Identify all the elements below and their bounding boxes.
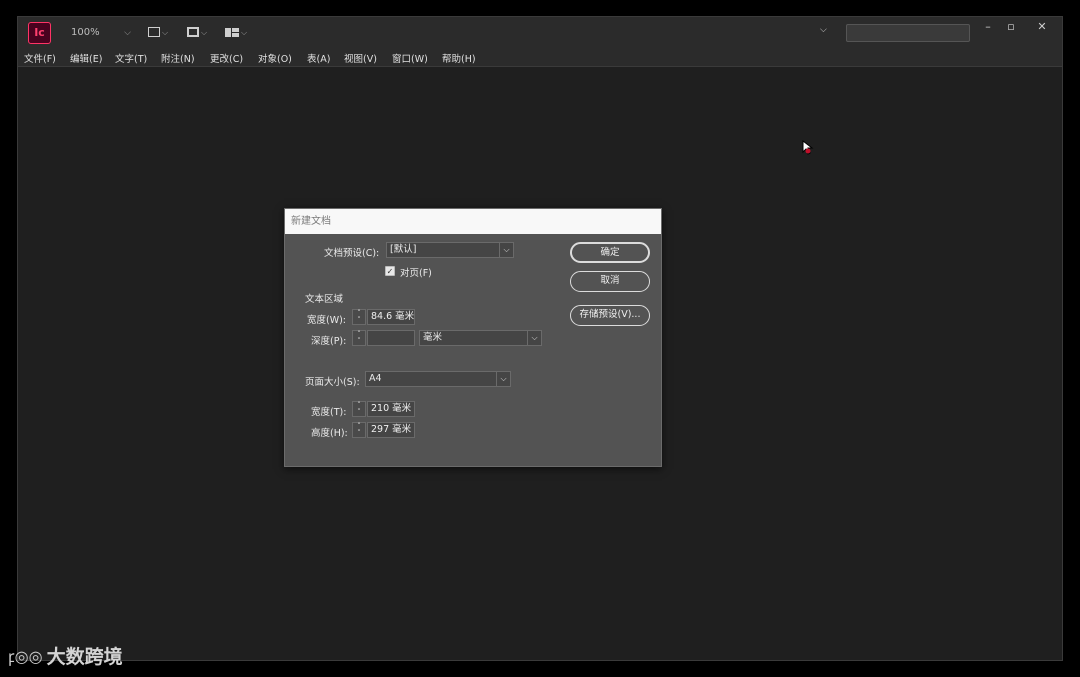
text-width-label: 宽度(W): [307, 315, 347, 326]
page-width-label: 宽度(T): [311, 407, 347, 418]
chevron-down-icon: ⌵ [201, 28, 208, 37]
dialog-title: 新建文档 [285, 209, 661, 234]
view-options-icon [148, 27, 160, 37]
menu-type[interactable]: 文字(T) [115, 51, 147, 65]
depth-unit-value: 毫米 [423, 332, 443, 343]
chevron-down-icon: ⌵ [499, 243, 513, 257]
page-size-value: A4 [369, 373, 382, 384]
close-icon[interactable]: ✕ [1034, 20, 1050, 34]
app-logo: Ic [28, 22, 51, 44]
title-bar: Ic 100% ⌵ ⌵ ⌵ ⌵ ⌵ – ▫ ✕ [18, 17, 1062, 48]
watermark-text: 大数跨境 [46, 646, 123, 668]
page-height-label: 高度(H): [311, 428, 348, 439]
menu-window[interactable]: 窗口(W) [392, 51, 428, 65]
text-depth-label: 深度(P): [311, 336, 347, 347]
screen-mode-icon [187, 27, 199, 37]
facing-pages-label: 对页(F) [400, 268, 432, 279]
page-width-field[interactable]: 210 毫米 [367, 401, 415, 417]
document-preset-label: 文档预设(C): [324, 248, 380, 259]
menu-help[interactable]: 帮助(H) [442, 51, 476, 65]
chevron-down-icon: ⌵ [162, 28, 169, 37]
watermark-logo-icon: ꝼ◎◎ [8, 647, 43, 666]
chevron-down-icon: ⌵ [496, 372, 510, 386]
workspace-switcher-chevron-icon[interactable]: ⌵ [820, 25, 827, 35]
document-preset-select[interactable]: [默认] ⌵ [386, 242, 514, 258]
chevron-down-icon: ⌵ [527, 331, 541, 345]
search-input[interactable] [846, 24, 970, 42]
menu-notes[interactable]: 附注(N) [161, 51, 195, 65]
text-width-stepper[interactable]: ˄ ˅ [352, 309, 366, 325]
save-preset-button[interactable]: 存储预设(V)... [570, 305, 650, 326]
menu-file[interactable]: 文件(F) [24, 51, 56, 65]
menu-bar: 文件(F) 编辑(E) 文字(T) 附注(N) 更改(C) 对象(O) 表(A)… [18, 48, 1062, 67]
text-width-field[interactable]: 84.6 毫米 [367, 309, 415, 325]
page-size-label: 页面大小(S): [305, 377, 360, 388]
depth-unit-select[interactable]: 毫米 ⌵ [419, 330, 542, 346]
view-options-button[interactable]: ⌵ [148, 25, 168, 41]
page-height-stepper[interactable]: ˄ ˅ [352, 422, 366, 438]
cancel-button[interactable]: 取消 [570, 271, 650, 292]
menu-view[interactable]: 视图(V) [344, 51, 377, 65]
chevron-down-icon: ⌵ [124, 28, 131, 38]
text-depth-field[interactable] [367, 330, 415, 346]
facing-pages-checkbox[interactable]: ✓ [385, 266, 395, 276]
watermark: ꝼ◎◎ 大数跨境 [8, 642, 123, 672]
menu-changes[interactable]: 更改(C) [210, 51, 243, 65]
arrange-documents-button[interactable]: ⌵ [225, 25, 247, 41]
page-size-select[interactable]: A4 ⌵ [365, 371, 511, 387]
minimize-icon[interactable]: – [980, 20, 996, 34]
zoom-level-value: 100% [71, 27, 100, 38]
document-preset-value: [默认] [390, 244, 417, 255]
chevron-down-icon: ⌵ [241, 28, 248, 37]
zoom-level-field[interactable]: 100% ⌵ [67, 24, 135, 42]
ok-button[interactable]: 确定 [570, 242, 650, 263]
arrange-documents-icon [225, 27, 239, 37]
text-depth-stepper[interactable]: ˄ ˅ [352, 330, 366, 346]
text-area-heading: 文本区域 [305, 294, 344, 305]
screen-mode-button[interactable]: ⌵ [187, 25, 207, 41]
page-height-field[interactable]: 297 毫米 [367, 422, 415, 438]
maximize-icon[interactable]: ▫ [1003, 20, 1019, 34]
menu-table[interactable]: 表(A) [307, 51, 330, 65]
menu-edit[interactable]: 编辑(E) [70, 51, 102, 65]
mouse-pointer-icon [802, 140, 814, 155]
page-width-stepper[interactable]: ˄ ˅ [352, 401, 366, 417]
menu-object[interactable]: 对象(O) [258, 51, 292, 65]
new-document-dialog: 新建文档 文档预设(C): [默认] ⌵ ✓ 对页(F) 文本区域 宽度(W):… [284, 208, 662, 467]
